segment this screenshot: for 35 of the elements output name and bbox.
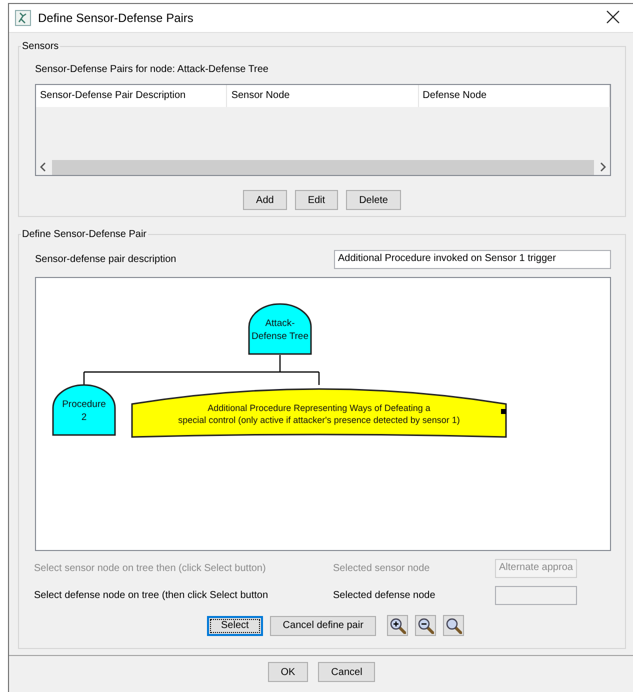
tree-node[interactable] [52,384,116,436]
close-icon[interactable] [606,10,620,24]
cancel-button[interactable]: Cancel [318,662,376,682]
zoom-out-button[interactable] [415,615,436,636]
selected-node-field[interactable] [495,586,577,605]
tree-canvas[interactable]: Attack- Defense Tree Procedure 2 Additional Procedure Representing Ways of Defeating a special control (only active if attacker's presence detected by sensor 1) [35,277,611,551]
zoom-reset-button[interactable] [443,615,464,636]
description-field[interactable]: Additional Procedure invoked on Sensor 1 trigger [334,250,611,269]
section-heading: Sensor-Defense Pairs for node: Attack-Defense Tree [35,64,270,75]
app-icon [15,10,31,26]
ok-button[interactable]: OK [268,662,308,682]
node-label: Attack- Defense Tree [251,318,309,344]
field-label: Selected defense node [333,590,436,601]
group-title: Sensors [21,41,60,52]
instruction-label: Select sensor node on tree then (click Select button) [34,563,267,574]
button[interactable]: Add [243,190,287,210]
delete-button[interactable]: Delete [346,190,401,210]
select-button[interactable]: Select [207,616,263,636]
node-label: Additional Procedure Representing Ways of Defeating a special control (only active if attacker's presence detected by sensor 1) [178,402,460,426]
node-label: Procedure 2 [62,399,106,425]
column-header[interactable]: Defense Node [418,85,610,107]
column-header[interactable]: Sensor Node [227,85,419,107]
instruction-label: Select defense node on tree (then click Select button [34,590,270,601]
magnifier-icon [446,618,462,634]
button[interactable]: Edit [294,190,338,210]
zoom-out-icon [418,618,434,634]
window-title: Define Sensor-Defense Pairs [38,11,194,25]
group-title: Define Sensor-Defense Pair [21,229,148,240]
tree-node[interactable] [248,303,312,355]
cancel-button[interactable]: Cancel define pair [270,616,376,636]
zoom-in-icon [390,618,406,634]
field-label: Selected sensor node [333,563,431,574]
field-label: Sensor-defense pair description [35,254,178,265]
zoom-in-button[interactable] [387,615,408,636]
column-header[interactable]: Sensor-Defense Pair Description [36,85,228,107]
